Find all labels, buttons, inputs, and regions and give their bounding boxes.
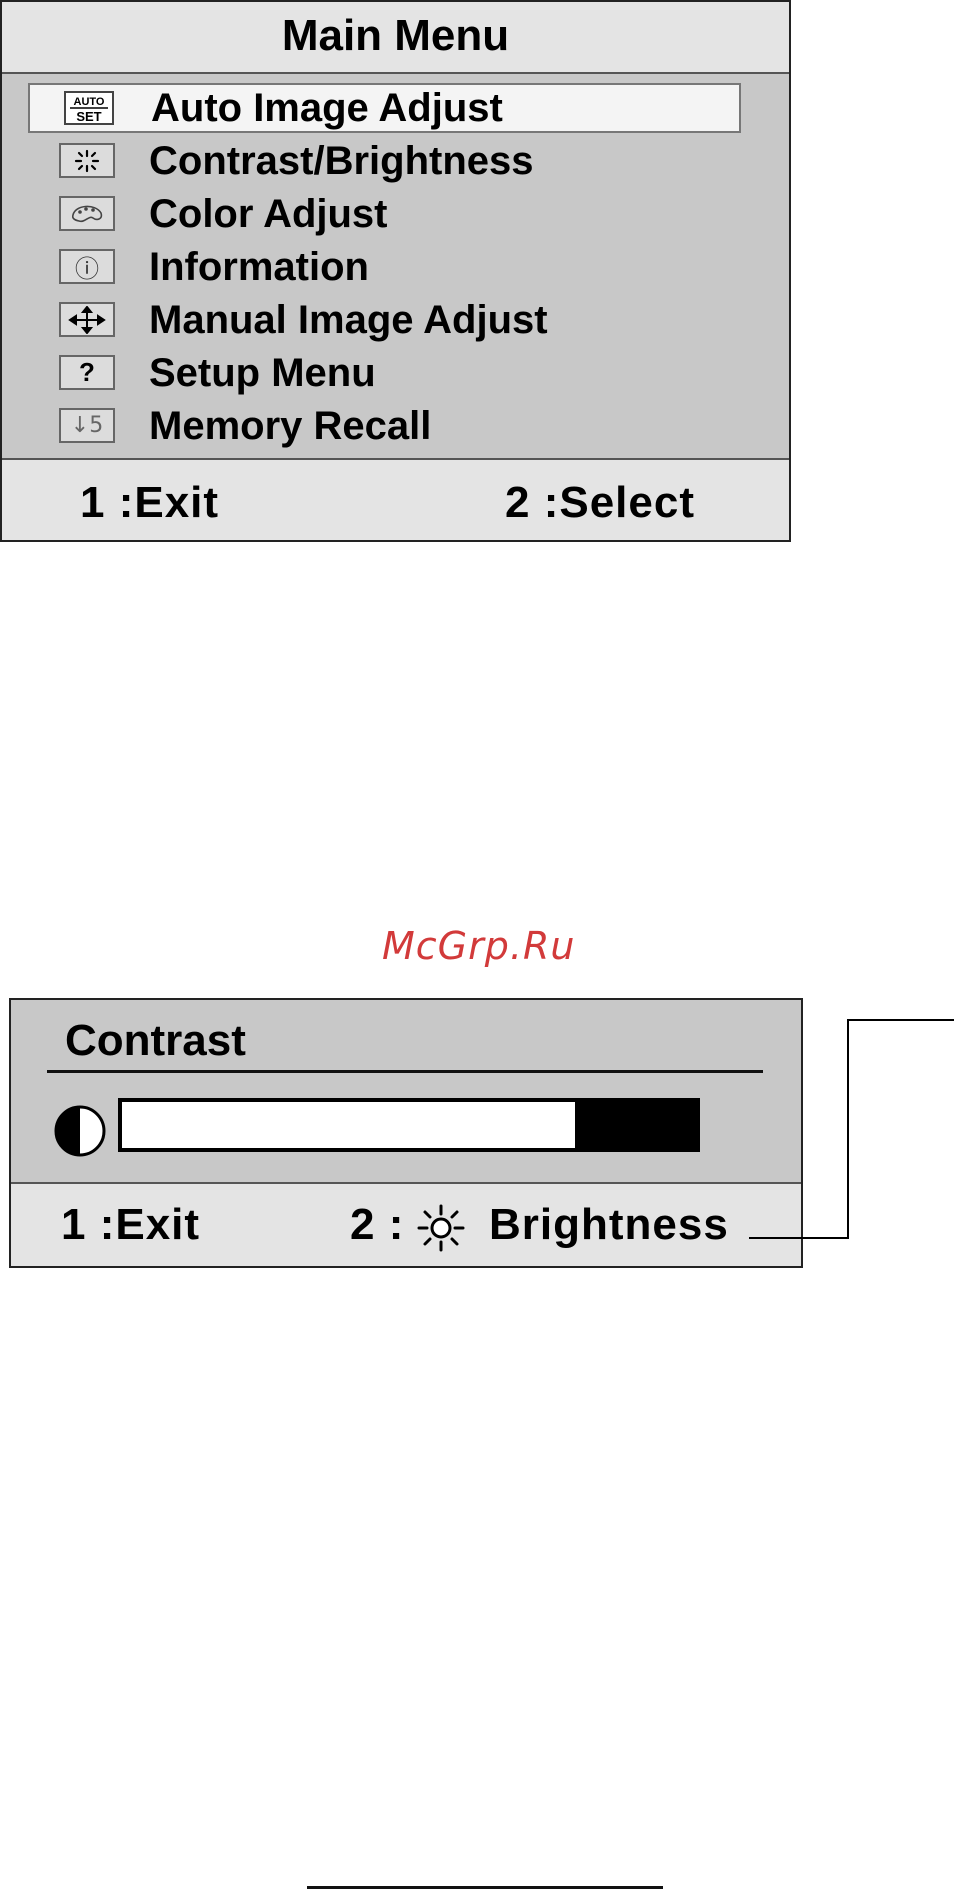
title-divider (47, 1070, 763, 1073)
exit-key-hint[interactable]: 1 :Exit (80, 478, 219, 528)
info-icon: ⓘ (59, 249, 115, 284)
menu-item-label: Memory Recall (149, 403, 432, 448)
brightness-label: Brightness (489, 1200, 729, 1249)
menu-item-memory-recall[interactable]: ↓5 Memory Recall (28, 401, 741, 451)
svg-text:AUTO: AUTO (74, 96, 105, 108)
recall-icon: ↓5 (59, 408, 115, 443)
contrast-footer: 1 :Exit 2 : Brightness (11, 1182, 801, 1266)
contrast-slider-fill (122, 1102, 575, 1148)
brightness-key-hint[interactable]: 2 : (350, 1200, 404, 1250)
menu-item-setup-menu[interactable]: ? Setup Menu (28, 348, 741, 398)
menu-item-information[interactable]: ⓘ Information (28, 242, 741, 292)
svg-text:SET: SET (76, 109, 101, 124)
watermark: McGrp.Ru (382, 924, 576, 968)
contrast-slider[interactable] (118, 1098, 700, 1152)
page-bottom-rule (307, 1886, 663, 1889)
menu-item-label: Auto Image Adjust (151, 85, 503, 130)
contrast-dialog: Contrast 1 :Exit 2 : Brightness (9, 998, 803, 1268)
menu-item-label: Information (149, 244, 369, 289)
brightness-icon (59, 143, 115, 178)
menu-item-label: Manual Image Adjust (149, 297, 548, 342)
contrast-title: Contrast (65, 1016, 246, 1065)
main-menu-footer: 1 :Exit 2 :Select (2, 458, 789, 540)
menu-item-label: Setup Menu (149, 350, 376, 395)
auto-set-icon: AUTO SET (61, 90, 117, 125)
main-menu-panel: Main Menu AUTO SET Auto Image Adjust Con… (0, 0, 791, 542)
move-arrows-icon (59, 302, 115, 337)
main-menu-list: AUTO SET Auto Image Adjust Contrast/Brig… (2, 74, 789, 462)
menu-item-label: Color Adjust (149, 191, 388, 236)
contrast-icon (53, 1104, 107, 1163)
menu-item-auto-image-adjust[interactable]: AUTO SET Auto Image Adjust (28, 83, 741, 133)
menu-item-color-adjust[interactable]: Color Adjust (28, 189, 741, 239)
exit-key-hint[interactable]: 1 :Exit (61, 1200, 200, 1250)
palette-icon (59, 196, 115, 231)
select-key-hint[interactable]: 2 :Select (505, 478, 695, 528)
question-icon: ? (59, 355, 115, 390)
menu-item-manual-image-adjust[interactable]: Manual Image Adjust (28, 295, 741, 345)
sun-icon (416, 1204, 466, 1257)
main-menu-title: Main Menu (2, 2, 789, 74)
menu-item-label: Contrast/Brightness (149, 138, 534, 183)
menu-item-contrast-brightness[interactable]: Contrast/Brightness (28, 136, 741, 186)
